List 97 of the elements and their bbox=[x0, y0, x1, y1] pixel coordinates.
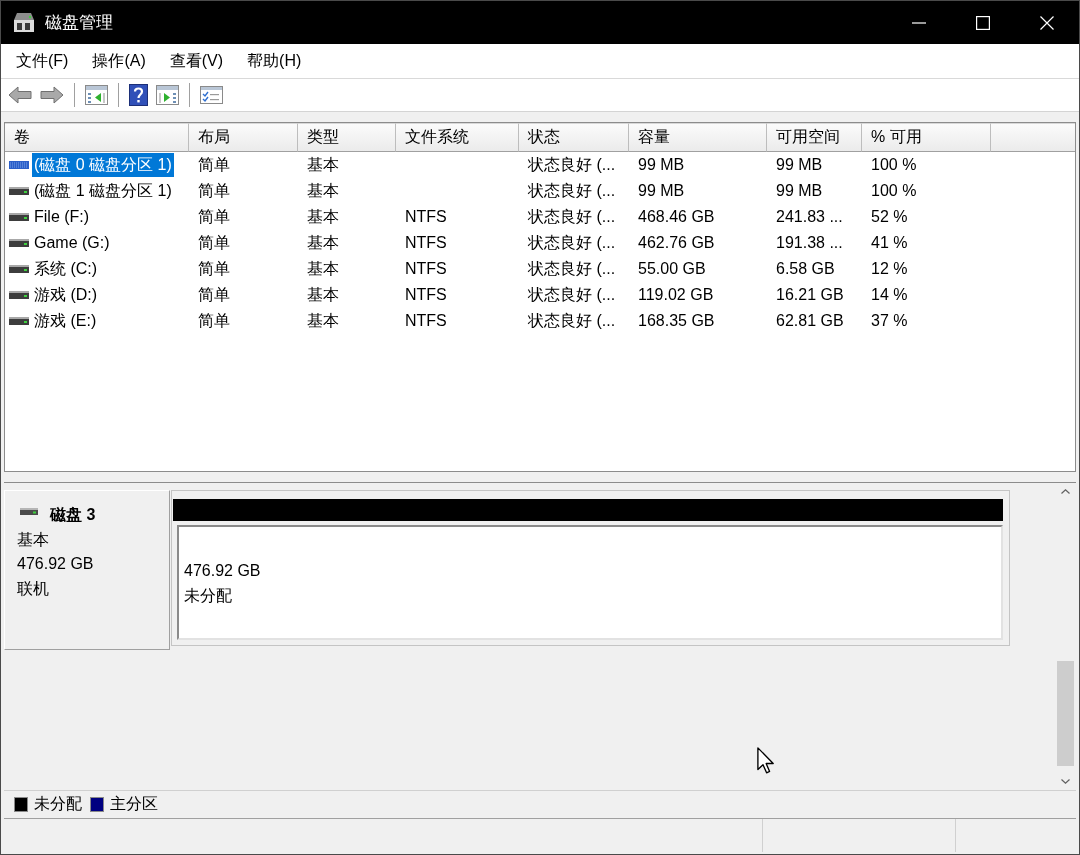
drive-icon bbox=[20, 508, 38, 515]
status-value: 状态良好 (... bbox=[528, 258, 616, 279]
disk-size: 476.92 GB bbox=[17, 554, 94, 574]
disk-info-card[interactable]: 磁盘 3 基本 476.92 GB 联机 bbox=[4, 490, 170, 650]
volume-name[interactable]: 游戏 (E:) bbox=[32, 309, 99, 333]
drive-icon bbox=[9, 187, 29, 195]
layout-value: 简单 bbox=[198, 180, 230, 201]
layout-value: 简单 bbox=[198, 232, 230, 253]
type-value: 基本 bbox=[307, 232, 339, 253]
disk-type: 基本 bbox=[17, 529, 49, 550]
free-space-value: 191.38 ... bbox=[776, 234, 843, 252]
drive-icon bbox=[9, 239, 29, 247]
legend-label: 主分区 bbox=[110, 794, 158, 814]
capacity-value: 99 MB bbox=[638, 156, 685, 174]
file-system-value: NTFS bbox=[405, 312, 447, 330]
status-value: 状态良好 (... bbox=[528, 232, 616, 253]
type-value: 基本 bbox=[307, 180, 339, 201]
type-value: 基本 bbox=[307, 154, 339, 175]
percent-free-value: 12 % bbox=[871, 260, 908, 278]
capacity-value: 119.02 GB bbox=[638, 286, 714, 304]
volume-name[interactable]: 系统 (C:) bbox=[32, 257, 100, 281]
volume-name[interactable]: File (F:) bbox=[32, 205, 92, 229]
status-value: 状态良好 (... bbox=[528, 180, 616, 201]
column-header[interactable]: 状态 bbox=[519, 123, 629, 152]
layout-value: 简单 bbox=[198, 258, 230, 279]
free-space-value: 16.21 GB bbox=[776, 286, 844, 304]
type-value: 基本 bbox=[307, 206, 339, 227]
percent-free-value: 41 % bbox=[871, 234, 908, 252]
volume-name[interactable]: 游戏 (D:) bbox=[32, 283, 100, 307]
file-system-value: NTFS bbox=[405, 234, 447, 252]
drive-icon bbox=[9, 265, 29, 273]
maximize-icon bbox=[976, 15, 990, 30]
layout-value: 简单 bbox=[198, 154, 230, 175]
column-header[interactable]: 容量 bbox=[629, 123, 767, 152]
free-space-value: 6.58 GB bbox=[776, 260, 835, 278]
percent-free-value: 52 % bbox=[871, 208, 908, 226]
column-header[interactable]: 文件系统 bbox=[396, 123, 519, 152]
file-system-value: NTFS bbox=[405, 260, 447, 278]
minimize-icon bbox=[912, 21, 926, 24]
legend-label: 未分配 bbox=[34, 794, 82, 814]
type-value: 基本 bbox=[307, 284, 339, 305]
disk-status: 联机 bbox=[17, 578, 49, 599]
drive-icon bbox=[9, 161, 29, 169]
percent-free-value: 100 % bbox=[871, 156, 917, 174]
status-value: 状态良好 (... bbox=[528, 310, 616, 331]
volume-name[interactable]: (磁盘 0 磁盘分区 1) bbox=[32, 153, 174, 177]
layout-value: 简单 bbox=[198, 310, 230, 331]
menu-item[interactable]: 文件(F) bbox=[4, 48, 81, 74]
disk-drive-icon bbox=[13, 12, 35, 33]
layout-value: 简单 bbox=[198, 206, 230, 227]
type-value: 基本 bbox=[307, 310, 339, 331]
help-icon[interactable] bbox=[129, 84, 148, 106]
menu-item[interactable]: 操作(A) bbox=[80, 48, 158, 74]
scrollbar-thumb[interactable] bbox=[1057, 661, 1074, 766]
volume-name[interactable]: (磁盘 1 磁盘分区 1) bbox=[32, 179, 174, 203]
scroll-down-icon[interactable] bbox=[1061, 779, 1070, 784]
capacity-value: 55.00 GB bbox=[638, 260, 706, 278]
volume-name[interactable]: Game (G:) bbox=[32, 231, 112, 255]
free-space-value: 99 MB bbox=[776, 182, 823, 200]
column-header[interactable]: 可用空间 bbox=[767, 123, 862, 152]
percent-free-value: 14 % bbox=[871, 286, 908, 304]
partition-label: 未分配 bbox=[184, 585, 232, 606]
menu-item[interactable]: 查看(V) bbox=[157, 48, 236, 74]
scroll-up-icon[interactable] bbox=[1061, 489, 1070, 494]
percent-free-value: 37 % bbox=[871, 312, 908, 330]
status-value: 状态良好 (... bbox=[528, 284, 616, 305]
drive-icon bbox=[9, 291, 29, 299]
partition-size: 476.92 GB bbox=[184, 560, 261, 581]
capacity-value: 468.46 GB bbox=[638, 208, 715, 226]
free-space-value: 99 MB bbox=[776, 156, 823, 174]
partition-block[interactable]: 476.92 GB 未分配 bbox=[177, 525, 1003, 640]
drive-icon bbox=[9, 213, 29, 221]
type-value: 基本 bbox=[307, 258, 339, 279]
status-value: 状态良好 (... bbox=[528, 154, 616, 175]
layout-value: 简单 bbox=[198, 284, 230, 305]
capacity-value: 168.35 GB bbox=[638, 312, 715, 330]
capacity-value: 99 MB bbox=[638, 182, 685, 200]
back-arrow-icon[interactable] bbox=[8, 85, 32, 105]
status-value: 状态良好 (... bbox=[528, 206, 616, 227]
drive-icon bbox=[9, 317, 29, 325]
disk-name: 磁盘 3 bbox=[50, 505, 96, 525]
free-space-value: 62.81 GB bbox=[776, 312, 844, 330]
column-header[interactable]: % 可用 bbox=[862, 123, 991, 152]
mouse-pointer-icon bbox=[757, 747, 775, 774]
file-system-value: NTFS bbox=[405, 286, 447, 304]
file-system-value: NTFS bbox=[405, 208, 447, 226]
forward-arrow-icon[interactable] bbox=[40, 85, 64, 105]
capacity-value: 462.76 GB bbox=[638, 234, 715, 252]
column-header[interactable]: 卷 bbox=[5, 123, 189, 152]
column-header[interactable]: 布局 bbox=[189, 123, 298, 152]
percent-free-value: 100 % bbox=[871, 182, 917, 200]
column-header[interactable]: 类型 bbox=[298, 123, 396, 152]
menu-item[interactable]: 帮助(H) bbox=[235, 48, 314, 74]
checklist-icon[interactable] bbox=[200, 86, 223, 104]
free-space-value: 241.83 ... bbox=[776, 208, 843, 226]
window-title: 磁盘管理 bbox=[45, 12, 113, 34]
close-icon bbox=[1040, 15, 1054, 30]
